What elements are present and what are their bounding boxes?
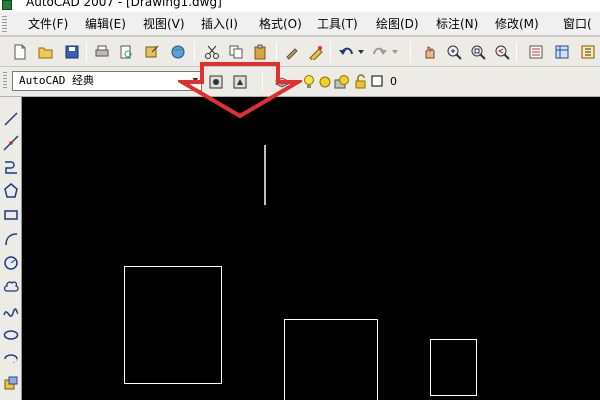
zoom-previous-icon[interactable] [492, 42, 512, 62]
paste-clipboard-icon[interactable] [250, 42, 270, 62]
block-editor-icon[interactable] [306, 42, 326, 62]
layer-color-swatch-icon[interactable] [370, 73, 384, 89]
rectangle-tool-icon[interactable] [1, 205, 21, 225]
menubar-grip-handle[interactable] [2, 16, 7, 32]
rectangle-entity-large[interactable] [124, 266, 222, 384]
autocad-app-icon [2, 0, 12, 10]
redo-arrow-icon[interactable] [370, 42, 390, 62]
rectangle-entity-small[interactable] [430, 339, 477, 396]
layer-on-bulb-icon[interactable] [302, 72, 316, 92]
revision-cloud-tool-icon[interactable] [1, 277, 21, 297]
polygon-tool-icon[interactable] [1, 181, 21, 201]
menu-draw[interactable]: 绘图(D) [376, 16, 419, 32]
menu-bar: 文件(F) 编辑(E) 视图(V) 插入(I) 格式(O) 工具(T) 绘图(D… [0, 12, 600, 36]
new-file-icon[interactable] [10, 42, 30, 62]
ellipse-arc-tool-icon[interactable] [1, 349, 21, 369]
workspace-selected-value: AutoCAD 经典 [19, 74, 94, 87]
undo-dropdown-chevron-icon[interactable] [356, 42, 366, 62]
cut-scissors-icon[interactable] [202, 42, 222, 62]
polyline-tool-icon[interactable] [1, 157, 21, 177]
zoom-window-icon[interactable] [468, 42, 488, 62]
tool-palettes-icon[interactable] [578, 42, 598, 62]
undo-arrow-icon[interactable] [336, 42, 356, 62]
arc-tool-icon[interactable] [1, 229, 21, 249]
toolbar-separator [86, 42, 87, 62]
draw-toolbar [0, 97, 22, 400]
toolbar-separator [516, 42, 517, 62]
layer-viewport-freeze-icon[interactable] [334, 72, 350, 92]
menu-window[interactable]: 窗口( [563, 16, 592, 32]
layer-thaw-sun-icon[interactable] [318, 72, 332, 92]
ellipse-tool-icon[interactable] [1, 325, 21, 345]
menu-edit[interactable]: 编辑(E) [85, 16, 126, 32]
properties-palette-icon[interactable] [526, 42, 546, 62]
copy-icon[interactable] [226, 42, 246, 62]
pan-hand-icon[interactable] [420, 42, 440, 62]
toolbar-separator [276, 42, 277, 62]
toolbar-grip-handle[interactable] [3, 72, 7, 90]
zoom-realtime-icon[interactable] [444, 42, 464, 62]
title-bar: AutoCAD 2007 - [Drawing1.dwg] [0, 0, 600, 12]
toolbar-separator [330, 42, 331, 62]
insert-block-tool-icon[interactable] [1, 373, 21, 393]
menu-view[interactable]: 视图(V) [143, 16, 185, 32]
toolbar-separator [194, 42, 195, 62]
menu-tools[interactable]: 工具(T) [317, 16, 358, 32]
rectangle-entity-medium[interactable] [284, 319, 378, 400]
print-preview-icon[interactable] [116, 42, 136, 62]
drawing-canvas[interactable] [22, 97, 600, 400]
match-properties-brush-icon[interactable] [282, 42, 302, 62]
construction-line-tool-icon[interactable] [1, 133, 21, 153]
circle-tool-icon[interactable] [1, 253, 21, 273]
publish-icon[interactable] [142, 42, 162, 62]
workspace-select[interactable]: AutoCAD 经典 ▼ [12, 71, 202, 91]
menu-file[interactable]: 文件(F) [28, 16, 68, 32]
menu-modify[interactable]: 修改(M) [495, 16, 539, 32]
toolbar-separator [410, 42, 411, 62]
menu-insert[interactable]: 插入(I) [201, 16, 238, 32]
print-icon[interactable] [92, 42, 112, 62]
menu-dimension[interactable]: 标注(N) [436, 16, 478, 32]
open-folder-icon[interactable] [36, 42, 56, 62]
layer-unlock-padlock-icon[interactable] [354, 72, 368, 92]
globe-publish-web-icon[interactable] [168, 42, 188, 62]
line-tool-icon[interactable] [1, 109, 21, 129]
spline-tool-icon[interactable] [1, 301, 21, 321]
design-center-icon[interactable] [552, 42, 572, 62]
save-disk-icon[interactable] [62, 42, 82, 62]
red-callout-arrow-icon [178, 62, 302, 119]
redo-dropdown-chevron-icon[interactable] [390, 42, 400, 62]
menu-format[interactable]: 格式(O) [259, 16, 302, 32]
current-layer-name[interactable]: 0 [390, 75, 397, 89]
window-title: AutoCAD 2007 - [Drawing1.dwg] [26, 0, 222, 9]
